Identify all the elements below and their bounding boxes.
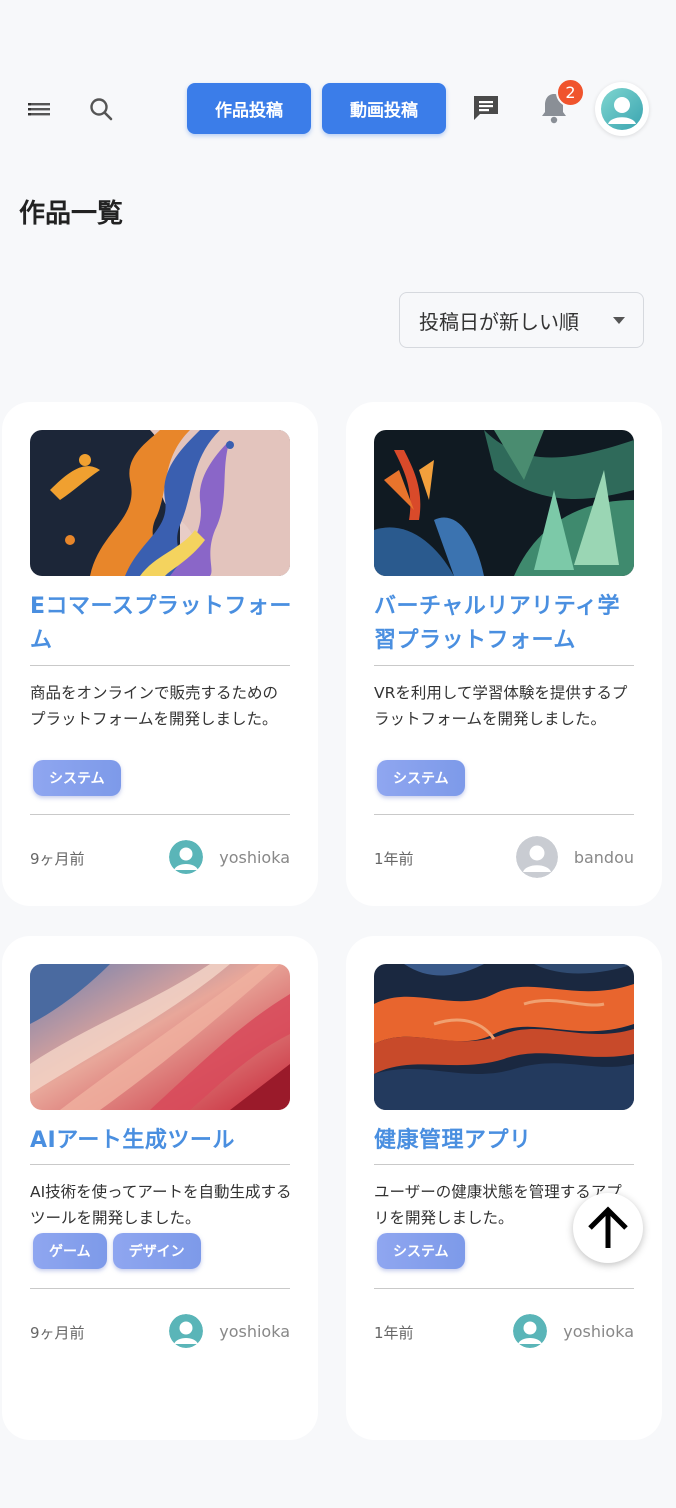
work-title[interactable]: Eコマースプラットフォーム — [30, 590, 292, 658]
author-avatar — [169, 840, 204, 874]
work-thumbnail[interactable] — [30, 964, 290, 1110]
work-card[interactable]: AIアート生成ツール AI技術を使ってアートを自動生成するツールを開発しました。… — [2, 936, 318, 1440]
post-date: 9ヶ月前 — [30, 1324, 85, 1342]
sort-selected-value: 投稿日が新しい順 — [419, 309, 579, 334]
post-date: 9ヶ月前 — [30, 850, 85, 868]
work-description: VRを利用して学習体験を提供するプラットフォームを開発しました。 — [374, 684, 628, 728]
arrow-up-icon — [588, 1206, 628, 1248]
search-icon[interactable] — [86, 94, 116, 124]
scroll-top-button[interactable] — [573, 1193, 643, 1263]
post-work-button[interactable]: 作品投稿 — [187, 83, 311, 134]
work-thumbnail[interactable] — [374, 964, 634, 1110]
author-name: bandou — [573, 847, 634, 867]
author-name: yoshioka — [219, 847, 290, 867]
notification-badge: 2 — [556, 78, 585, 107]
author-avatar — [513, 1314, 548, 1348]
author-avatar — [515, 836, 558, 878]
tag-list: ゲーム デザイン — [33, 1233, 201, 1269]
divider — [30, 814, 290, 815]
tag-list: システム — [377, 1233, 465, 1269]
divider — [30, 1164, 290, 1165]
work-description: 商品をオンラインで販売するためのプラットフォームを開発しました。 — [30, 684, 279, 728]
author-name: yoshioka — [563, 1321, 634, 1341]
author-avatar — [169, 1314, 204, 1348]
tag-chip[interactable]: システム — [33, 760, 121, 796]
author[interactable]: bandou — [515, 836, 634, 878]
divider — [374, 1288, 634, 1289]
post-video-button[interactable]: 動画投稿 — [322, 83, 446, 134]
work-thumbnail[interactable] — [30, 430, 290, 576]
sort-select[interactable]: 投稿日が新しい順 — [399, 292, 644, 348]
author-name: yoshioka — [219, 1321, 290, 1341]
chevron-down-icon — [613, 317, 625, 324]
tag-chip[interactable]: システム — [377, 1233, 465, 1269]
page-title: 作品一覧 — [19, 199, 124, 229]
work-thumbnail[interactable] — [374, 430, 634, 576]
work-title[interactable]: 健康管理アプリ — [374, 1124, 636, 1158]
menu-icon[interactable] — [24, 94, 54, 124]
divider — [374, 1164, 634, 1165]
divider — [374, 665, 634, 666]
user-avatar[interactable] — [595, 82, 649, 136]
top-bar: 作品投稿 動画投稿 2 — [0, 0, 676, 160]
author[interactable]: yoshioka — [169, 1314, 290, 1348]
work-card[interactable]: Eコマースプラットフォーム 商品をオンラインで販売するためのプラットフォームを開… — [2, 402, 318, 906]
chat-icon[interactable] — [468, 90, 504, 126]
post-date: 1年前 — [374, 1324, 414, 1342]
divider — [30, 665, 290, 666]
tag-chip[interactable]: ゲーム — [33, 1233, 107, 1269]
work-title[interactable]: AIアート生成ツール — [30, 1124, 292, 1158]
divider — [30, 1288, 290, 1289]
post-date: 1年前 — [374, 850, 414, 868]
author[interactable]: yoshioka — [169, 840, 290, 874]
tag-chip[interactable]: システム — [377, 760, 465, 796]
divider — [374, 814, 634, 815]
tag-list: システム — [377, 760, 465, 796]
author[interactable]: yoshioka — [513, 1314, 634, 1348]
work-card[interactable]: 健康管理アプリ ユーザーの健康状態を管理するアプリを開発しました。 システム 1… — [346, 936, 662, 1440]
tag-chip[interactable]: デザイン — [112, 1233, 201, 1269]
work-title[interactable]: バーチャルリアリティ学習プラットフォーム — [374, 590, 636, 658]
tag-list: システム — [33, 760, 121, 796]
work-card[interactable]: バーチャルリアリティ学習プラットフォーム VRを利用して学習体験を提供するプラッ… — [346, 402, 662, 906]
work-description: AI技術を使ってアートを自動生成するツールを開発しました。 — [30, 1183, 292, 1227]
